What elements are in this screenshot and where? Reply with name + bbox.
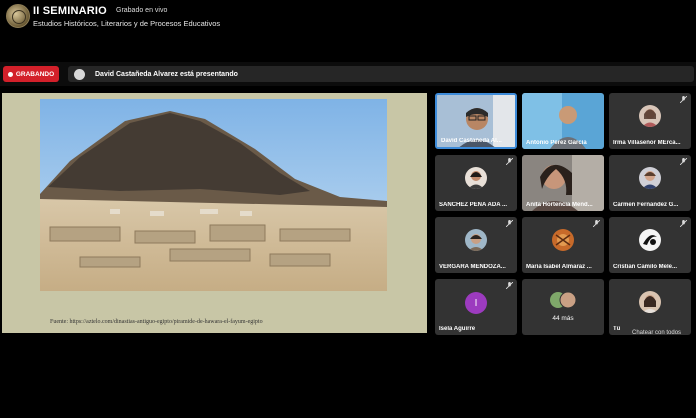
slide-source-caption: Fuente: https://aztelo.com/dinastias-ant… [50, 319, 263, 325]
recording-label: GRABANDO [15, 70, 55, 78]
participant-name: Antonio Pérez García [526, 140, 587, 146]
pyramid-photo [40, 99, 387, 291]
participant-tile[interactable]: VERGARA MENDOZA... [435, 217, 517, 273]
participant-name: Cristian Camilo Mele... [613, 264, 678, 270]
seminar-logo [6, 4, 30, 28]
meeting-toolbar: GRABANDO David Castañeda Alvarez está pr… [0, 62, 696, 86]
participant-avatar [552, 229, 574, 251]
participant-name: Anita Hortencia Mend... [526, 202, 593, 208]
participant-name: Maria Isabel Almaraz ... [526, 264, 592, 270]
participant-avatar [465, 167, 487, 189]
app-header: II SEMINARIO Grabado en vivo Estudios Hi… [0, 0, 696, 36]
participant-tile[interactable]: I Isela Aguirre [435, 279, 517, 335]
participant-avatar [639, 291, 661, 313]
presenter-avatar-icon [74, 68, 85, 80]
participant-tile[interactable]: Cristian Camilo Mele... [609, 217, 691, 273]
participant-avatar [639, 229, 661, 251]
participant-tile[interactable]: Antonio Pérez García [522, 93, 604, 149]
mic-muted-icon [680, 158, 687, 165]
participant-avatar [639, 105, 661, 127]
participant-tile[interactable]: David Castañeda Al... [435, 93, 517, 149]
participant-name: Carmen Fernandez G... [613, 202, 679, 208]
chat-with-all-link[interactable]: Chatear con todos [632, 330, 681, 336]
self-tile[interactable]: Tú [609, 279, 691, 335]
participant-initial-avatar: I [465, 292, 487, 314]
mic-muted-icon [506, 282, 513, 289]
more-participants-tile[interactable]: 44 más [522, 279, 604, 335]
participant-tile[interactable]: Anita Hortencia Mend... [522, 155, 604, 211]
recording-button[interactable]: GRABANDO [3, 66, 59, 82]
participant-tile[interactable]: Maria Isabel Almaraz ... [522, 217, 604, 273]
participant-name: Tú [613, 326, 621, 332]
bottom-black-bar [0, 339, 696, 418]
mic-muted-icon [680, 96, 687, 103]
mic-muted-icon [506, 158, 513, 165]
participant-name: VERGARA MENDOZA... [439, 264, 506, 270]
participant-name: Isela Aguirre [439, 326, 476, 332]
presenter-banner: David Castañeda Alvarez está presentando [68, 66, 694, 82]
participant-name: Irma Villaseñor MErca... [613, 140, 681, 146]
more-participants-count: 44 más [552, 315, 574, 322]
participant-tile[interactable]: Carmen Fernandez G... [609, 155, 691, 211]
presenter-message: David Castañeda Alvarez está presentando [95, 70, 238, 78]
participant-avatar [639, 167, 661, 189]
mic-muted-icon [506, 220, 513, 227]
mic-muted-icon [680, 220, 687, 227]
page-subtitle: Estudios Históricos, Literarios y de Pro… [33, 19, 221, 28]
participant-name: SANCHEZ PEÑA ADA ... [439, 202, 508, 208]
shared-screen: Fuente: https://aztelo.com/dinastias-ant… [2, 93, 427, 333]
participant-avatar [465, 229, 487, 251]
participant-tile[interactable]: Irma Villaseñor MErca... [609, 93, 691, 149]
page-title: II SEMINARIO [33, 5, 107, 17]
recording-status-text: Grabado en vivo [116, 7, 168, 14]
participant-name: David Castañeda Al... [441, 138, 502, 144]
grouped-avatars-icon [550, 291, 577, 309]
mic-muted-icon [593, 220, 600, 227]
participant-tile[interactable]: SANCHEZ PEÑA ADA ... [435, 155, 517, 211]
record-icon [7, 71, 13, 77]
